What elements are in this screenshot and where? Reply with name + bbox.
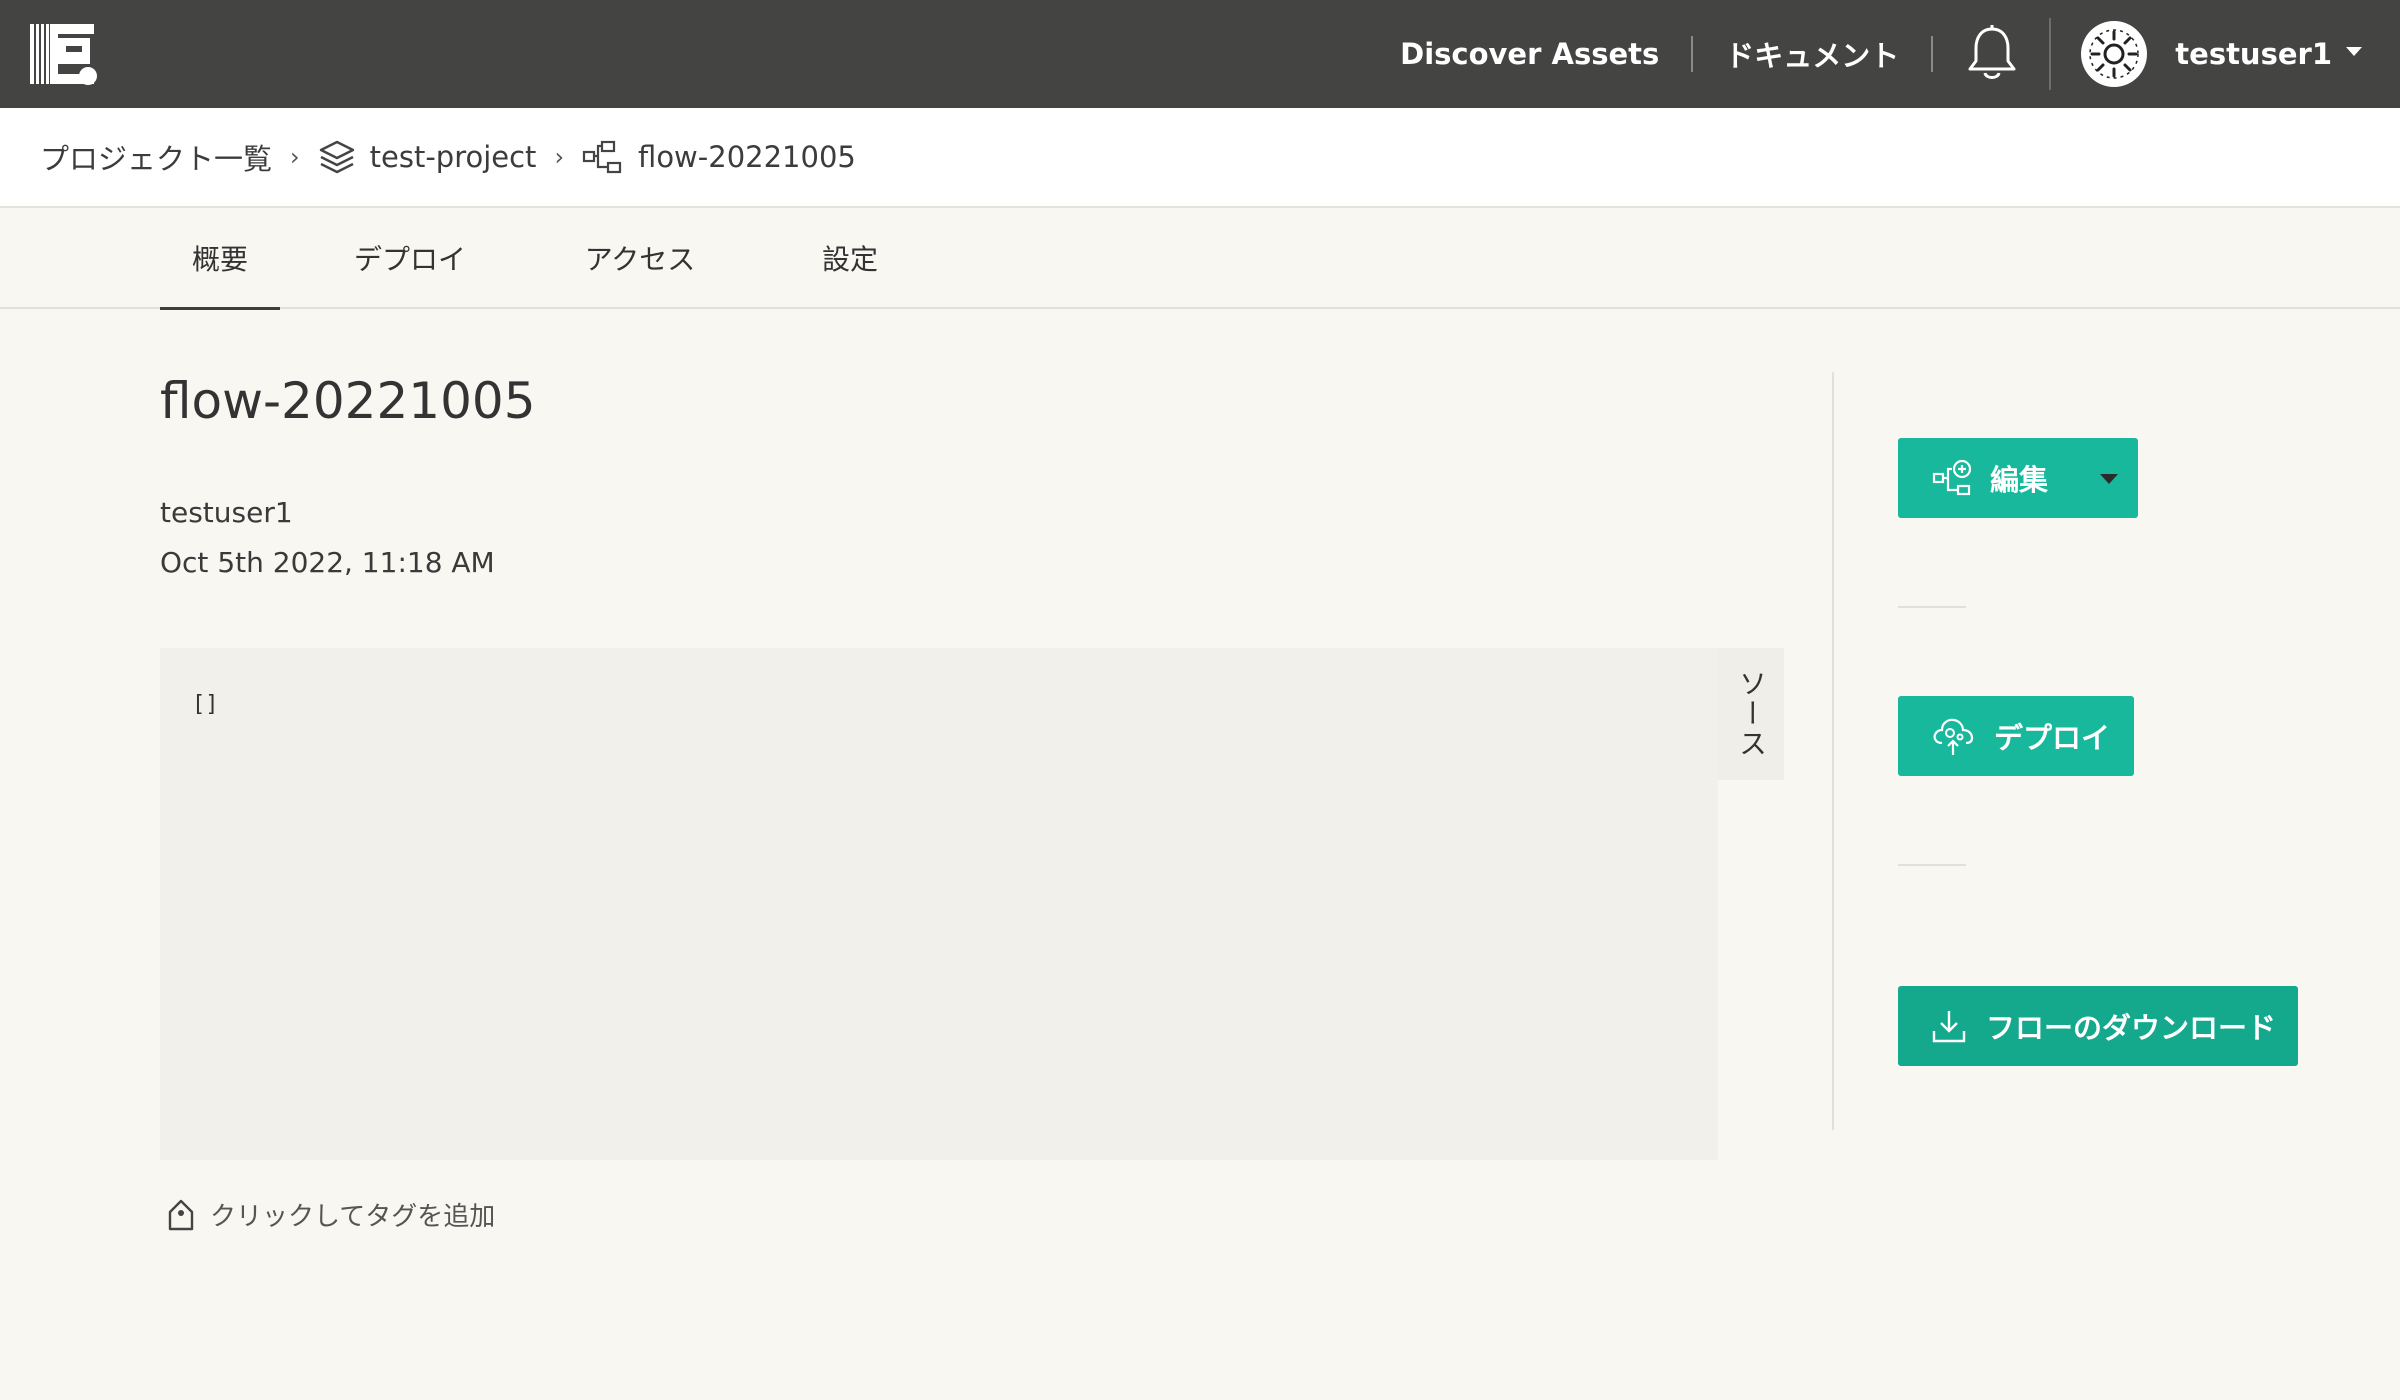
timestamp-label: Oct 5th 2022, 11:18 AM [160, 546, 495, 579]
tag-icon [166, 1198, 196, 1232]
top-right-nav: Discover Assets ドキュメント testuser1 [1400, 0, 2400, 108]
top-navbar: Discover Assets ドキュメント testuser1 [0, 0, 2400, 108]
download-icon [1930, 1007, 1968, 1045]
section-separator [1898, 864, 1966, 866]
discover-assets-link[interactable]: Discover Assets [1400, 37, 1659, 71]
section-separator [1898, 606, 1966, 608]
nav-separator [1691, 36, 1694, 72]
content-divider [1832, 372, 1834, 1130]
deploy-button[interactable]: デプロイ [1898, 696, 2134, 776]
add-tag-button[interactable]: クリックしてタグを追加 [166, 1196, 495, 1233]
deploy-label: デプロイ [1994, 721, 2111, 755]
tab-bar: 概要 デプロイ アクセス 設定 [0, 208, 2400, 310]
chevron-right-icon: › [554, 143, 565, 171]
chevron-down-icon [2346, 46, 2362, 56]
download-flow-button[interactable]: フローのダウンロード [1898, 986, 2298, 1066]
tab-deploy[interactable]: デプロイ [350, 208, 470, 308]
tab-access[interactable]: アクセス [580, 208, 700, 308]
caret-down-icon[interactable] [2100, 474, 2118, 484]
username-label: testuser1 [2175, 37, 2332, 71]
page-title: flow-20221005 [160, 372, 536, 430]
edit-button[interactable]: 編集 [1898, 438, 2138, 518]
source-tab-label: ソース [1735, 669, 1768, 759]
tab-settings[interactable]: 設定 [790, 208, 910, 308]
breadcrumb-flow[interactable]: flow-20221005 [582, 139, 856, 175]
breadcrumb-project[interactable]: test-project [318, 139, 537, 175]
breadcrumb-flow-label: flow-20221005 [638, 140, 856, 174]
code-content: [] [192, 692, 219, 717]
breadcrumb-project-label: test-project [369, 140, 537, 174]
documents-link[interactable]: ドキュメント [1725, 33, 1899, 75]
breadcrumb: プロジェクト一覧 › test-project › flow-20221005 [0, 108, 2400, 208]
add-tag-label: クリックしてタグを追加 [210, 1202, 496, 1232]
chevron-right-icon: › [290, 143, 300, 171]
app-logo[interactable] [30, 20, 98, 88]
breadcrumb-projects[interactable]: プロジェクト一覧 [40, 136, 272, 178]
cloud-upload-icon [1930, 715, 1976, 757]
user-menu[interactable]: testuser1 [2175, 37, 2362, 71]
flow-icon [582, 139, 624, 175]
nav-separator [1931, 36, 1934, 72]
nav-separator [2049, 18, 2052, 90]
tab-overview[interactable]: 概要 [160, 208, 280, 310]
bell-icon[interactable] [1965, 24, 2019, 84]
layers-icon [318, 139, 356, 175]
download-label: フローのダウンロード [1986, 1011, 2277, 1045]
flow-edit-icon [1932, 459, 1976, 497]
source-toggle-tab[interactable]: ソース [1718, 648, 1784, 780]
code-viewer[interactable]: [] [160, 648, 1718, 1160]
avatar[interactable] [2081, 21, 2148, 87]
edit-label: 編集 [1990, 463, 2049, 497]
author-label: testuser1 [160, 496, 293, 529]
